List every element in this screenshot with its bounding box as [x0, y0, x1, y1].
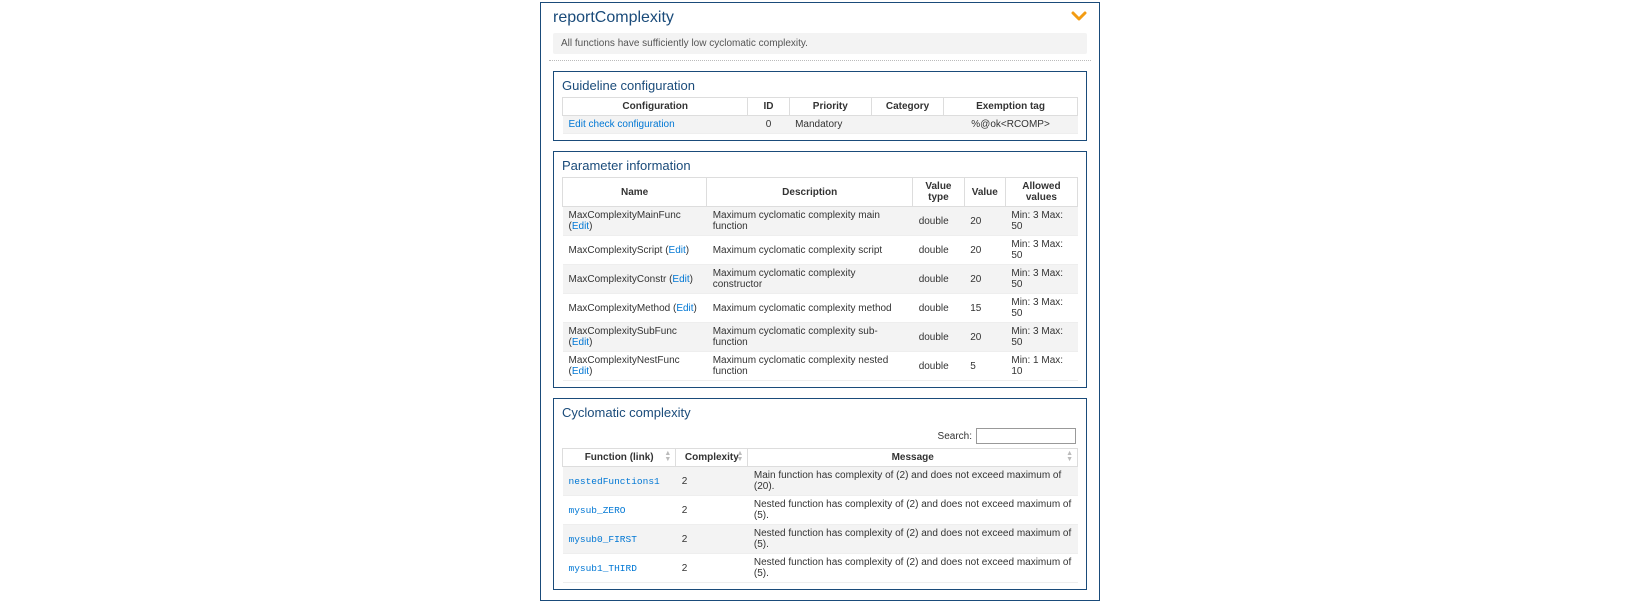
report-panel: reportComplexity All functions have suff…: [540, 2, 1100, 601]
col-desc[interactable]: Description: [707, 178, 913, 207]
param-name: MaxComplexityScript (Edit): [563, 236, 707, 265]
param-name: MaxComplexityMainFunc (Edit): [563, 207, 707, 236]
edit-param-link[interactable]: Edit: [572, 366, 589, 377]
sort-icon: ▲▼: [736, 451, 743, 463]
param-value: 15: [964, 294, 1005, 323]
col-vtype[interactable]: Value type: [913, 178, 965, 207]
divider: [549, 60, 1091, 61]
complexity-value: 2: [676, 525, 748, 554]
search-row: Search:: [554, 424, 1086, 448]
guideline-exemption: %@ok<RCOMP>: [944, 116, 1078, 134]
edit-param-link[interactable]: Edit: [572, 337, 589, 348]
complexity-message: Main function has complexity of (2) and …: [748, 467, 1078, 496]
param-allowed: Min: 1 Max: 10: [1005, 352, 1077, 381]
cyclomatic-row: nestedFunctions1 2Main function has compl…: [563, 467, 1078, 496]
summary-text: All functions have sufficiently low cycl…: [553, 33, 1087, 54]
sort-icon: ▲▼: [1066, 451, 1073, 463]
param-value: 20: [964, 207, 1005, 236]
edit-param-link[interactable]: Edit: [672, 274, 689, 285]
col-function[interactable]: Function (link)▲▼: [563, 449, 676, 467]
cyclomatic-title: Cyclomatic complexity: [554, 399, 1086, 424]
edit-param-link[interactable]: Edit: [572, 221, 589, 232]
cyclomatic-row: mysub0_FIRST 2Nested function has complex…: [563, 525, 1078, 554]
edit-param-link[interactable]: Edit: [669, 245, 686, 256]
collapse-toggle[interactable]: [1071, 10, 1087, 26]
guideline-section: Guideline configuration Configuration ID…: [553, 71, 1087, 141]
parameter-title: Parameter information: [554, 152, 1086, 177]
parameter-table: Name Description Value type Value Allowe…: [562, 177, 1078, 381]
edit-check-config-link[interactable]: Edit check configuration: [569, 119, 675, 130]
param-value: 20: [964, 236, 1005, 265]
parameter-row: MaxComplexityMainFunc (Edit)Maximum cycl…: [563, 207, 1078, 236]
parameter-row: MaxComplexityNestFunc (Edit)Maximum cycl…: [563, 352, 1078, 381]
param-vtype: double: [913, 236, 965, 265]
guideline-table: Configuration ID Priority Category Exemp…: [562, 97, 1078, 134]
param-desc: Maximum cyclomatic complexity method: [707, 294, 913, 323]
param-desc: Maximum cyclomatic complexity script: [707, 236, 913, 265]
param-allowed: Min: 3 Max: 50: [1005, 323, 1077, 352]
complexity-value: 2: [676, 554, 748, 583]
sort-icon: ▲▼: [664, 451, 671, 463]
cyclomatic-table: Function (link)▲▼ Complexity▲▼ Message▲▼…: [562, 448, 1078, 583]
parameter-row: MaxComplexityConstr (Edit)Maximum cyclom…: [563, 265, 1078, 294]
param-vtype: double: [913, 323, 965, 352]
param-value: 20: [964, 323, 1005, 352]
function-link-cell: nestedFunctions1: [563, 467, 676, 496]
complexity-message: Nested function has complexity of (2) an…: [748, 554, 1078, 583]
param-allowed: Min: 3 Max: 50: [1005, 236, 1077, 265]
param-desc: Maximum cyclomatic complexity constructo…: [707, 265, 913, 294]
param-allowed: Min: 3 Max: 50: [1005, 294, 1077, 323]
param-name: MaxComplexityMethod (Edit): [563, 294, 707, 323]
cyclomatic-row: mysub1_THIRD 2Nested function has complex…: [563, 554, 1078, 583]
col-message[interactable]: Message▲▼: [748, 449, 1078, 467]
col-name[interactable]: Name: [563, 178, 707, 207]
param-desc: Maximum cyclomatic complexity main funct…: [707, 207, 913, 236]
parameter-row: MaxComplexityScript (Edit)Maximum cyclom…: [563, 236, 1078, 265]
param-name: MaxComplexitySubFunc (Edit): [563, 323, 707, 352]
complexity-message: Nested function has complexity of (2) an…: [748, 525, 1078, 554]
col-priority[interactable]: Priority: [789, 98, 871, 116]
param-value: 5: [964, 352, 1005, 381]
guideline-id: 0: [748, 116, 789, 134]
param-desc: Maximum cyclomatic complexity sub-functi…: [707, 323, 913, 352]
param-vtype: double: [913, 352, 965, 381]
search-input[interactable]: [976, 428, 1076, 444]
parameter-row: MaxComplexitySubFunc (Edit)Maximum cyclo…: [563, 323, 1078, 352]
param-desc: Maximum cyclomatic complexity nested fun…: [707, 352, 913, 381]
guideline-title: Guideline configuration: [554, 72, 1086, 97]
col-category[interactable]: Category: [871, 98, 943, 116]
param-name: MaxComplexityNestFunc (Edit): [563, 352, 707, 381]
function-link-cell: mysub1_THIRD: [563, 554, 676, 583]
parameter-row: MaxComplexityMethod (Edit)Maximum cyclom…: [563, 294, 1078, 323]
guideline-row: Edit check configuration 0 Mandatory %@o…: [563, 116, 1078, 134]
function-link[interactable]: mysub_ZERO: [569, 505, 626, 516]
function-link-cell: mysub0_FIRST: [563, 525, 676, 554]
param-vtype: double: [913, 265, 965, 294]
function-link[interactable]: mysub1_THIRD: [569, 563, 637, 574]
param-allowed: Min: 3 Max: 50: [1005, 207, 1077, 236]
param-allowed: Min: 3 Max: 50: [1005, 265, 1077, 294]
chevron-down-icon: [1071, 11, 1087, 23]
guideline-priority: Mandatory: [789, 116, 871, 134]
col-allowed[interactable]: Allowed values: [1005, 178, 1077, 207]
col-configuration[interactable]: Configuration: [563, 98, 748, 116]
search-label: Search:: [938, 431, 972, 442]
col-complexity[interactable]: Complexity▲▼: [676, 449, 748, 467]
param-name: MaxComplexityConstr (Edit): [563, 265, 707, 294]
function-link[interactable]: nestedFunctions1: [569, 476, 660, 487]
guideline-category: [871, 116, 943, 134]
col-exemption[interactable]: Exemption tag: [944, 98, 1078, 116]
parameter-section: Parameter information Name Description V…: [553, 151, 1087, 388]
col-id[interactable]: ID: [748, 98, 789, 116]
page-title: reportComplexity: [553, 9, 674, 27]
param-vtype: double: [913, 207, 965, 236]
complexity-value: 2: [676, 467, 748, 496]
edit-param-link[interactable]: Edit: [676, 303, 693, 314]
param-vtype: double: [913, 294, 965, 323]
col-value[interactable]: Value: [964, 178, 1005, 207]
function-link[interactable]: mysub0_FIRST: [569, 534, 637, 545]
cyclomatic-section: Cyclomatic complexity Search: Function (…: [553, 398, 1087, 590]
panel-header: reportComplexity: [541, 3, 1099, 29]
param-value: 20: [964, 265, 1005, 294]
